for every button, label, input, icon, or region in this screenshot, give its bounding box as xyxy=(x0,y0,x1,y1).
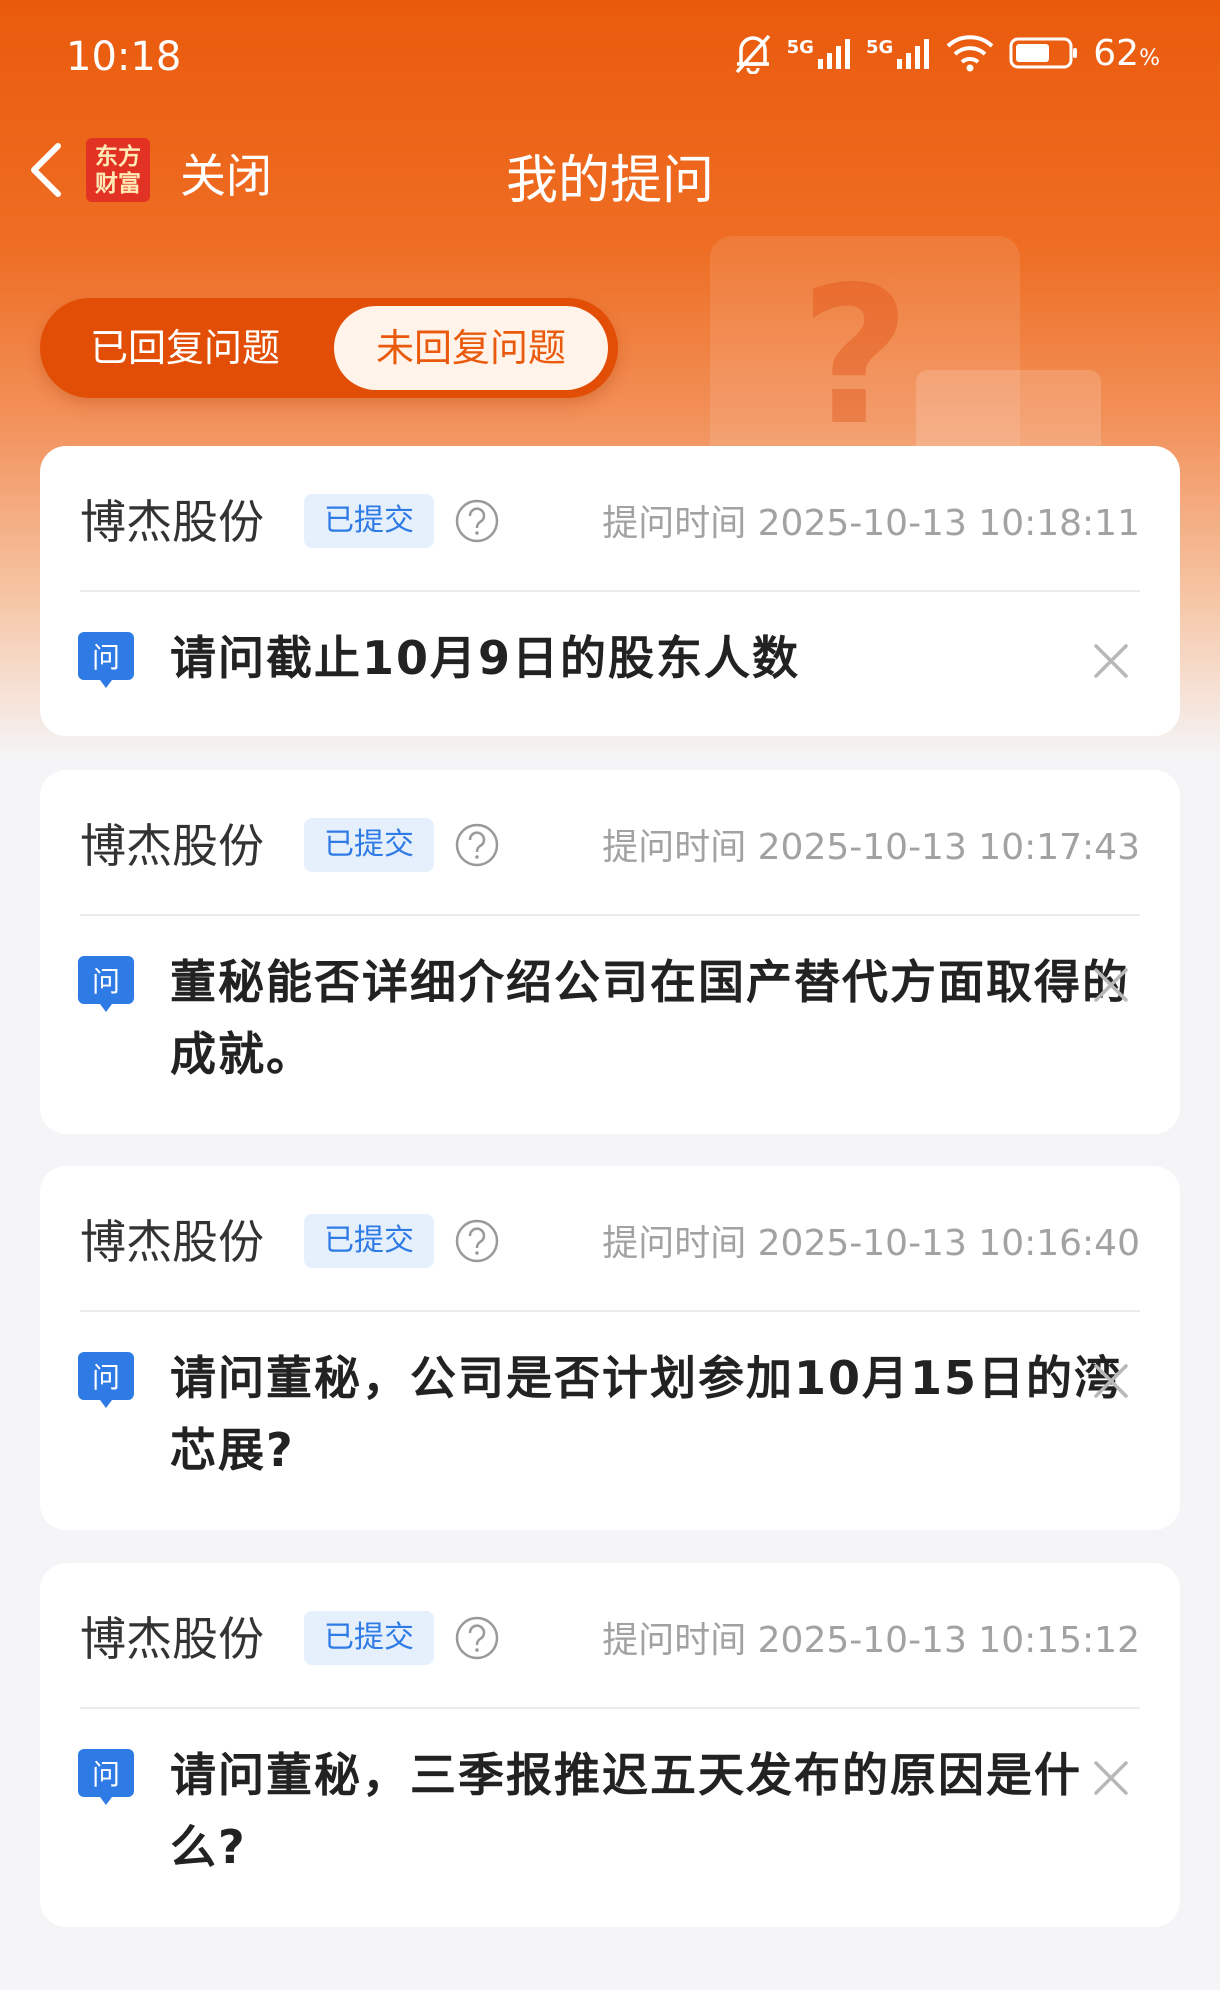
tab-unanswered[interactable]: 未回复问题 xyxy=(334,306,608,390)
question-card[interactable]: 博杰股份 已提交 提问时间 2025-10-13 10:15:12 问 请问董秘… xyxy=(40,1563,1180,1927)
question-icon: 问 xyxy=(78,1352,134,1408)
cellular-signal-2-icon: 5G xyxy=(866,37,931,69)
close-icon[interactable] xyxy=(1090,964,1132,1006)
card-header: 博杰股份 已提交 提问时间 2025-10-13 10:18:11 xyxy=(80,446,1140,592)
card-header: 博杰股份 已提交 提问时间 2025-10-13 10:17:43 xyxy=(80,770,1140,916)
close-icon[interactable] xyxy=(1090,640,1132,682)
help-icon[interactable] xyxy=(454,1615,500,1661)
status-bar: 10:18 5G 5G 62% xyxy=(0,0,1220,116)
question-tabs: 已回复问题 未回复问题 xyxy=(40,298,618,398)
close-icon[interactable] xyxy=(1090,1757,1132,1799)
question-card[interactable]: 博杰股份 已提交 提问时间 2025-10-13 10:18:11 问 请问截止… xyxy=(40,446,1180,736)
help-icon[interactable] xyxy=(454,1218,500,1264)
tab-answered[interactable]: 已回复问题 xyxy=(40,298,330,398)
question-icon: 问 xyxy=(78,1749,134,1805)
cellular-signal-1-icon: 5G xyxy=(787,37,852,69)
question-card[interactable]: 博杰股份 已提交 提问时间 2025-10-13 10:16:40 问 请问董秘… xyxy=(40,1166,1180,1530)
mute-bell-icon xyxy=(735,34,770,74)
company-name: 博杰股份 xyxy=(80,495,264,549)
wifi-icon xyxy=(946,35,994,72)
question-text: 请问董秘，三季报推迟五天发布的原因是什么? xyxy=(170,1748,1082,1874)
card-header: 博杰股份 已提交 提问时间 2025-10-13 10:15:12 xyxy=(80,1563,1140,1709)
ask-time: 提问时间 2025-10-13 10:18:11 xyxy=(602,503,1140,544)
svg-text:问: 问 xyxy=(92,641,120,674)
status-badge: 已提交 xyxy=(304,1611,434,1665)
svg-text:问: 问 xyxy=(92,1361,120,1394)
status-badge: 已提交 xyxy=(304,494,434,548)
question-text: 请问董秘，公司是否计划参加10月15日的湾芯展? xyxy=(170,1351,1123,1477)
company-name: 博杰股份 xyxy=(80,1215,264,1269)
company-name: 博杰股份 xyxy=(80,819,264,873)
ask-time: 提问时间 2025-10-13 10:17:43 xyxy=(602,827,1140,868)
company-name: 博杰股份 xyxy=(80,1612,264,1666)
ask-time: 提问时间 2025-10-13 10:15:12 xyxy=(602,1620,1140,1661)
status-badge: 已提交 xyxy=(304,1214,434,1268)
question-icon: 问 xyxy=(78,956,134,1012)
question-text: 请问截止10月9日的股东人数 xyxy=(170,631,801,685)
svg-text:问: 问 xyxy=(92,1758,120,1791)
status-time: 10:18 xyxy=(66,34,182,80)
close-icon[interactable] xyxy=(1090,1360,1132,1402)
svg-text:问: 问 xyxy=(92,965,120,998)
battery-percent: 62% xyxy=(1093,32,1160,74)
status-icons: 5G 5G 62% xyxy=(733,32,1160,74)
help-icon[interactable] xyxy=(454,498,500,544)
question-icon: 问 xyxy=(78,632,134,688)
question-text: 董秘能否详细介绍公司在国产替代方面取得的成就。 xyxy=(170,955,1130,1081)
question-card[interactable]: 博杰股份 已提交 提问时间 2025-10-13 10:17:43 问 董秘能否… xyxy=(40,770,1180,1134)
nav-bar: 东方 财富 关闭 我的提问 xyxy=(0,124,1220,216)
status-badge: 已提交 xyxy=(304,818,434,872)
card-header: 博杰股份 已提交 提问时间 2025-10-13 10:16:40 xyxy=(80,1166,1140,1312)
help-icon[interactable] xyxy=(454,822,500,868)
battery-icon xyxy=(1009,37,1078,69)
ask-time: 提问时间 2025-10-13 10:16:40 xyxy=(602,1223,1140,1264)
page-title: 我的提问 xyxy=(505,151,714,211)
